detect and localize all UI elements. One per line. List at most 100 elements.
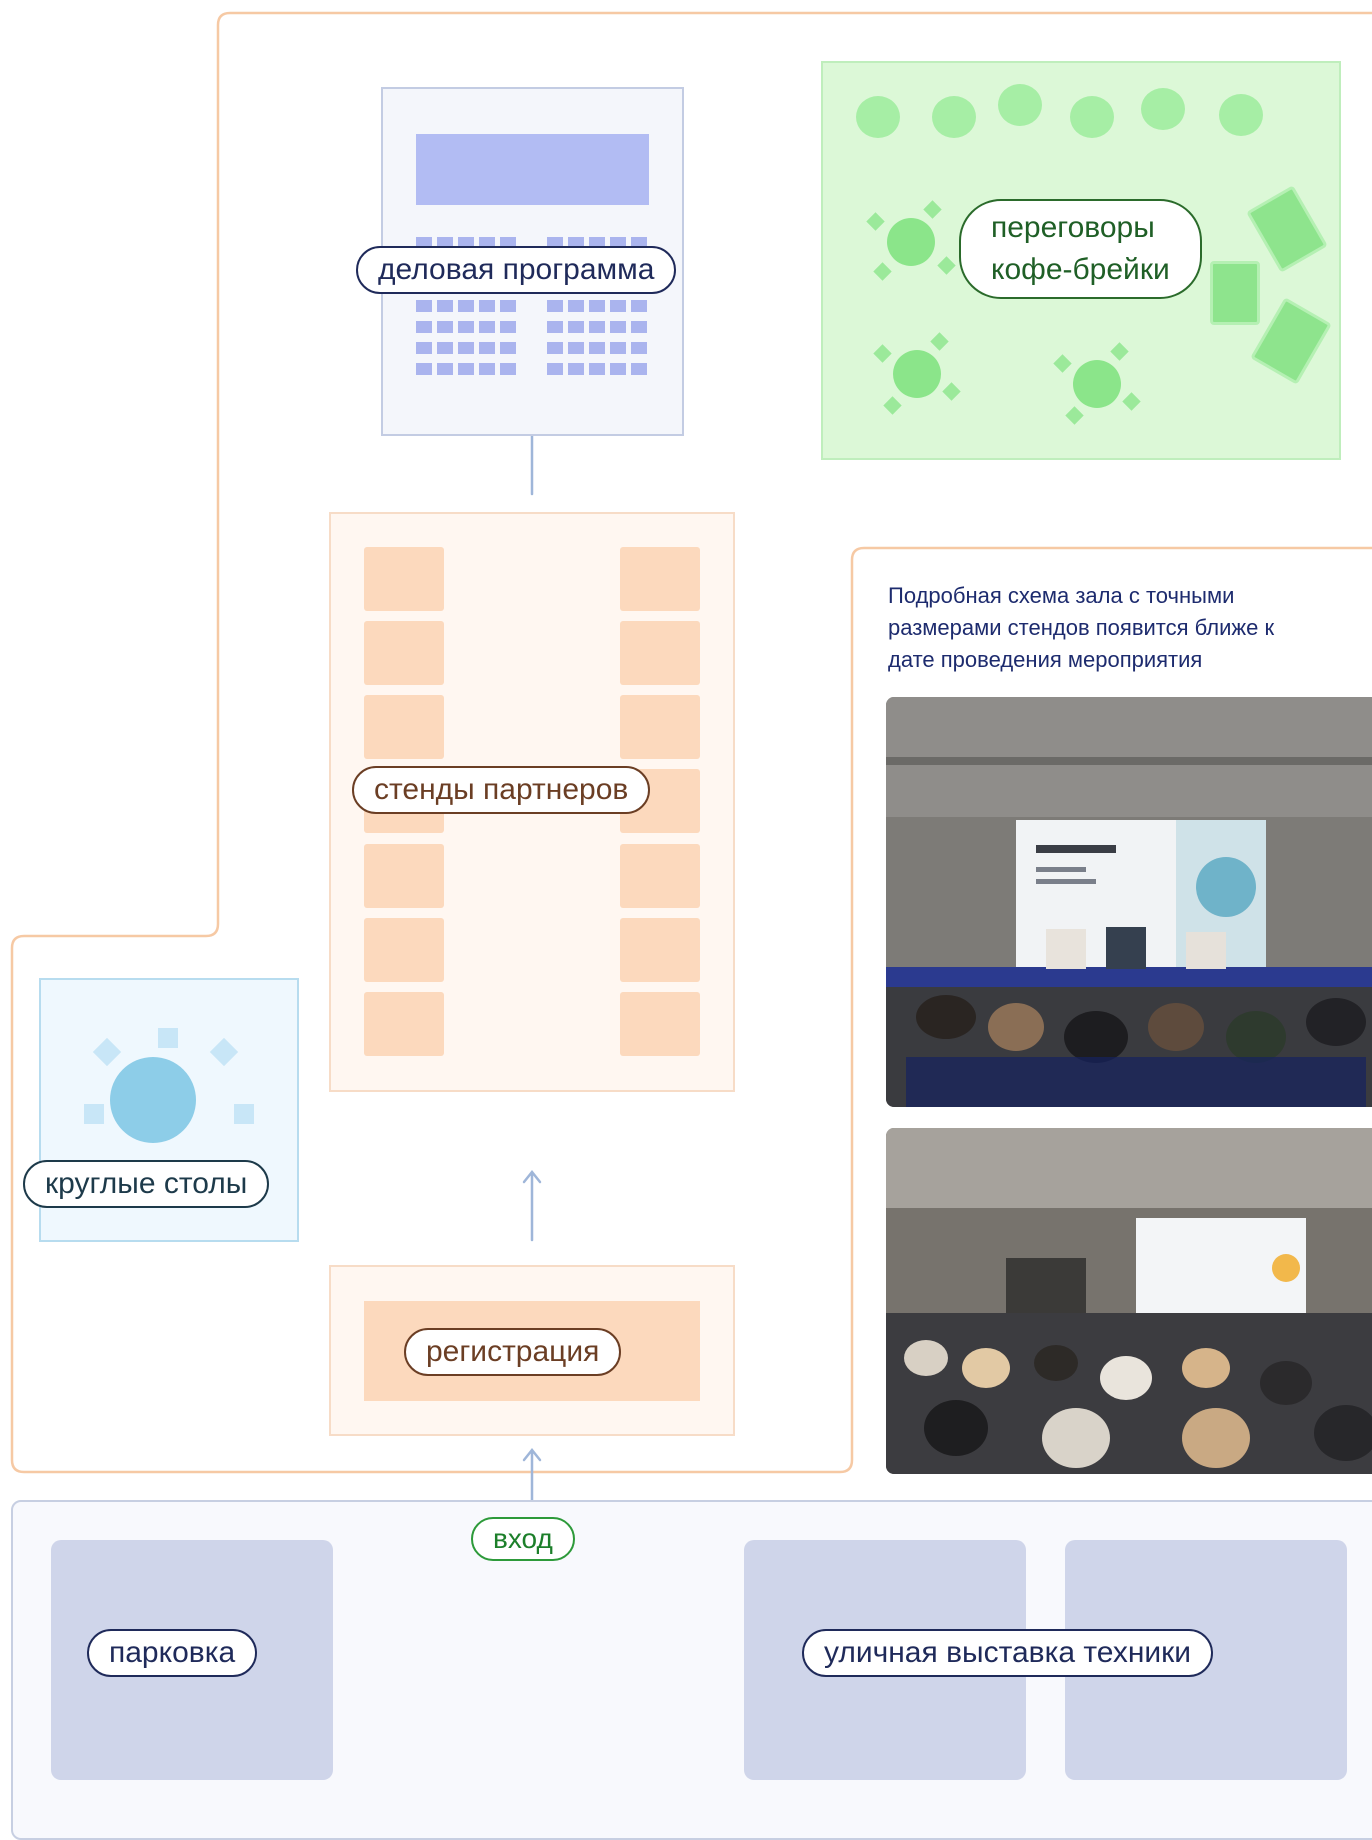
seat-icon — [589, 300, 605, 312]
seat-icon — [610, 342, 626, 354]
seat-icon — [568, 300, 584, 312]
seat-icon — [610, 363, 626, 375]
seat-icon — [589, 363, 605, 375]
seat-icon — [416, 300, 432, 312]
seat-icon — [479, 363, 495, 375]
round-table-icon — [893, 350, 941, 398]
chair-icon — [942, 382, 961, 401]
seat-icon — [416, 321, 432, 333]
stage-screen — [416, 134, 649, 205]
seat-icon — [610, 321, 626, 333]
chair-icon — [930, 332, 949, 351]
partner-stands-label: стенды партнеров — [352, 766, 651, 814]
chair-icon — [1053, 354, 1072, 373]
stand-booth — [620, 547, 700, 611]
info-note: Подробная схема зала с точными размерами… — [888, 580, 1372, 676]
stand-booth — [364, 547, 444, 611]
photo-conference-audience — [886, 1128, 1372, 1474]
seat-icon — [631, 321, 647, 333]
sofa-icon — [1250, 297, 1332, 385]
chair-icon — [873, 344, 892, 363]
stand-booth — [364, 844, 444, 908]
seat-icon — [458, 363, 474, 375]
seat-icon — [547, 342, 563, 354]
seat-icon — [437, 342, 453, 354]
plant-icon — [1070, 96, 1114, 138]
plant-icon — [856, 96, 900, 138]
seat-icon — [458, 342, 474, 354]
stand-booth — [620, 992, 700, 1056]
stand-booth — [620, 844, 700, 908]
sofa-icon — [1210, 261, 1260, 325]
round-table-icon — [1073, 360, 1121, 408]
seat-icon — [437, 363, 453, 375]
seat-icon — [416, 342, 432, 354]
event-photo-2 — [886, 1128, 1372, 1474]
stand-booth — [364, 992, 444, 1056]
networking-label: переговоры кофе-брейки — [959, 199, 1202, 299]
stand-booth — [364, 918, 444, 982]
photo-conference-stage — [886, 697, 1372, 1107]
chair-icon — [923, 200, 942, 219]
plant-icon — [998, 84, 1042, 126]
chair-icon — [866, 212, 885, 231]
seat-icon — [589, 342, 605, 354]
seat-icon — [479, 342, 495, 354]
arrow-up-icon — [522, 1169, 542, 1242]
seat-icon — [547, 363, 563, 375]
seat-icon — [547, 321, 563, 333]
stand-booth — [620, 695, 700, 759]
plant-icon — [1219, 94, 1263, 136]
registration-label: регистрация — [404, 1328, 622, 1376]
chair-icon — [883, 396, 902, 415]
stand-booth — [620, 621, 700, 685]
seat-icon — [547, 300, 563, 312]
plant-icon — [932, 96, 976, 138]
seat-icon — [458, 321, 474, 333]
seat-icon — [458, 300, 474, 312]
info-line-3: дате проведения мероприятия — [888, 647, 1203, 672]
chair-icon — [234, 1104, 254, 1124]
seat-icon — [437, 321, 453, 333]
round-table-icon — [110, 1057, 196, 1143]
seat-icon — [610, 300, 626, 312]
seat-icon — [568, 321, 584, 333]
seat-icon — [631, 342, 647, 354]
round-tables-label: круглые столы — [23, 1160, 270, 1208]
stand-booth — [620, 918, 700, 982]
seat-icon — [500, 300, 516, 312]
round-table-icon — [887, 218, 935, 266]
seat-icon — [568, 342, 584, 354]
chair-icon — [84, 1104, 104, 1124]
chair-icon — [1110, 342, 1129, 361]
info-line-1: Подробная схема зала с точными — [888, 583, 1235, 608]
stand-booth — [364, 695, 444, 759]
chair-icon — [158, 1028, 178, 1048]
sofa-icon — [1246, 185, 1328, 273]
business-program-label: деловая программа — [356, 246, 677, 294]
chair-icon — [1065, 406, 1084, 425]
chair-icon — [937, 256, 956, 275]
seat-icon — [568, 363, 584, 375]
seat-icon — [631, 363, 647, 375]
outdoor-exhibition-label: уличная выставка техники — [802, 1629, 1214, 1677]
seat-icon — [479, 300, 495, 312]
info-line-2: размерами стендов появится ближе к — [888, 615, 1275, 640]
plant-icon — [1141, 88, 1185, 130]
seat-icon — [479, 321, 495, 333]
networking-label-line2: кофе-брейки — [991, 253, 1170, 286]
seat-icon — [500, 363, 516, 375]
seat-icon — [437, 300, 453, 312]
stand-booth — [364, 621, 444, 685]
seat-icon — [500, 321, 516, 333]
chair-icon — [873, 262, 892, 281]
seat-icon — [500, 342, 516, 354]
entrance-label: вход — [471, 1517, 575, 1561]
event-photo-1 — [886, 697, 1372, 1107]
seat-icon — [416, 363, 432, 375]
chair-icon — [1122, 392, 1141, 411]
parking-label: парковка — [87, 1629, 258, 1677]
seat-icon — [589, 321, 605, 333]
seat-icon — [631, 300, 647, 312]
networking-label-line1: переговоры — [991, 211, 1155, 244]
